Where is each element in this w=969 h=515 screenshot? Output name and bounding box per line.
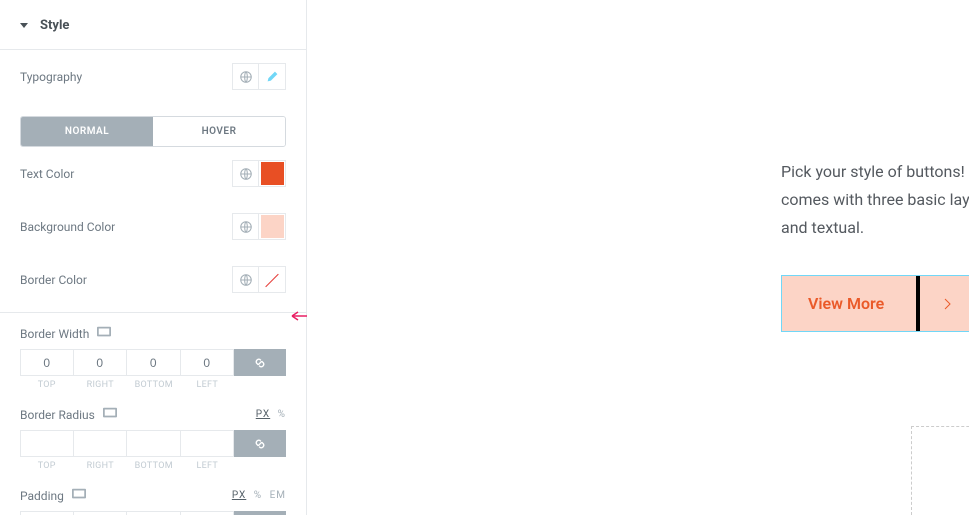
border-radius-top-input[interactable] <box>20 430 74 457</box>
unit-pct[interactable]: % <box>254 490 262 501</box>
empty-section-placeholder[interactable] <box>911 426 969 515</box>
border-radius-label: Border Radius <box>20 408 95 422</box>
link-values-button[interactable] <box>234 430 286 457</box>
edit-pencil-icon[interactable] <box>259 63 286 90</box>
globe-icon[interactable] <box>232 63 259 90</box>
dim-caption-top: TOP <box>20 461 74 471</box>
dim-caption-left: LEFT <box>181 380 235 390</box>
button-label: View More <box>782 276 916 331</box>
dim-caption-bottom: BOTTOM <box>127 461 181 471</box>
border-color-label: Border Color <box>20 273 87 287</box>
link-values-button[interactable] <box>234 349 286 376</box>
tab-hover[interactable]: HOVER <box>153 117 285 146</box>
unit-em[interactable]: EM <box>270 490 286 501</box>
typography-row: Typography <box>0 50 306 103</box>
globe-icon[interactable] <box>232 266 259 293</box>
border-width-block: Border Width TOP RIGHT BOTTOM LEFT <box>0 313 306 394</box>
padding-label: Padding <box>20 489 64 503</box>
unit-px[interactable]: PX <box>232 490 246 501</box>
background-color-label: Background Color <box>20 220 115 234</box>
border-width-right-input[interactable] <box>74 349 128 376</box>
border-width-bottom-input[interactable] <box>127 349 181 376</box>
padding-right-input[interactable] <box>74 511 128 515</box>
border-width-label: Border Width <box>20 327 89 341</box>
caret-down-icon <box>20 23 28 28</box>
border-radius-right-input[interactable] <box>74 430 128 457</box>
responsive-icon[interactable] <box>97 326 111 341</box>
responsive-icon[interactable] <box>72 488 86 503</box>
unit-pct[interactable]: % <box>278 409 286 420</box>
text-color-row: Text Color <box>0 147 306 200</box>
border-width-top-input[interactable] <box>20 349 74 376</box>
style-section-header[interactable]: Style <box>0 0 306 50</box>
border-width-left-input[interactable] <box>181 349 235 376</box>
state-tabs: NORMAL HOVER <box>20 116 286 147</box>
responsive-icon[interactable] <box>103 407 117 422</box>
padding-left-input[interactable] <box>181 511 235 515</box>
preview-canvas: Pick your style of buttons! Button custo… <box>307 0 969 515</box>
dim-caption-bottom: BOTTOM <box>127 380 181 390</box>
chevron-right-icon <box>944 298 952 310</box>
border-color-row: Border Color <box>0 253 306 306</box>
dim-caption-right: RIGHT <box>74 380 128 390</box>
dim-caption-top: TOP <box>20 380 74 390</box>
section-title: Style <box>40 18 69 33</box>
border-radius-bottom-input[interactable] <box>127 430 181 457</box>
button-icon-wrap <box>920 276 969 331</box>
text-color-swatch[interactable] <box>259 160 286 187</box>
dim-caption-left: LEFT <box>181 461 235 471</box>
selected-widget-frame[interactable]: View More <box>781 275 969 332</box>
border-radius-units: PX % <box>252 409 286 420</box>
globe-icon[interactable] <box>232 213 259 240</box>
border-radius-block: Border Radius PX % TOP RIGHT BOTTOM LEF <box>0 394 306 475</box>
link-values-button[interactable] <box>234 511 286 515</box>
unit-px[interactable]: PX <box>256 409 270 420</box>
view-more-button[interactable]: View More <box>782 276 969 331</box>
preview-paragraph-1: Pick your style of buttons! Button custo… <box>781 158 969 242</box>
padding-units: PX % EM <box>228 490 286 501</box>
typography-label: Typography <box>20 70 82 84</box>
padding-block: Padding PX % EM TOP RIGHT BOTTOM <box>0 475 306 515</box>
text-color-label: Text Color <box>20 167 74 181</box>
none-icon <box>261 269 283 291</box>
border-radius-left-input[interactable] <box>181 430 235 457</box>
padding-bottom-input[interactable] <box>127 511 181 515</box>
style-panel: Style Typography NORMAL HOVER Text Color <box>0 0 307 515</box>
padding-top-input[interactable] <box>20 511 74 515</box>
dim-caption-right: RIGHT <box>74 461 128 471</box>
background-color-swatch[interactable] <box>259 213 286 240</box>
border-color-swatch[interactable] <box>259 266 286 293</box>
background-color-row: Background Color <box>0 200 306 253</box>
globe-icon[interactable] <box>232 160 259 187</box>
tab-normal[interactable]: NORMAL <box>21 117 153 146</box>
